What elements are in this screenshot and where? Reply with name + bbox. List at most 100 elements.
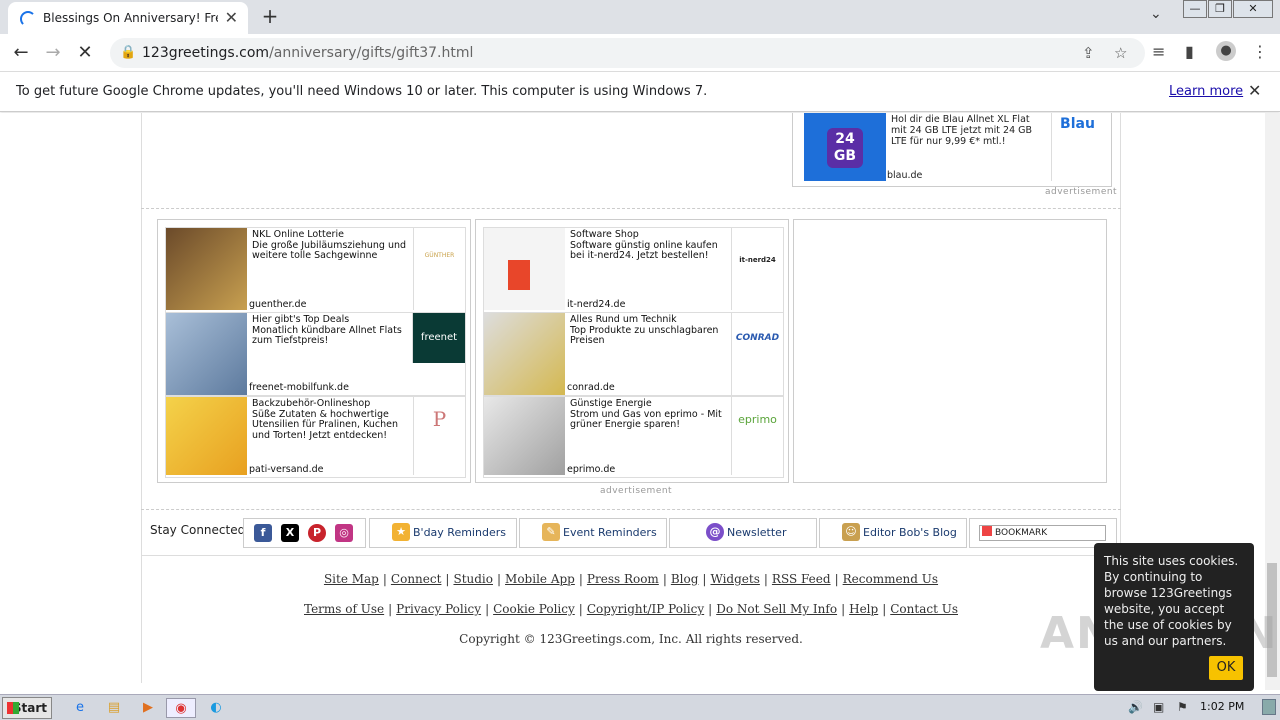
- office-box-icon: [508, 260, 530, 290]
- bday-reminders-label: B'day Reminders: [413, 526, 506, 539]
- ad-title: NKL Online Lotterie: [252, 229, 344, 240]
- link-separator: |: [834, 572, 839, 586]
- gift-icon: ★: [392, 523, 410, 541]
- edge-icon[interactable]: ◐: [204, 698, 228, 718]
- media-player-icon[interactable]: ▶: [136, 698, 160, 718]
- back-button[interactable]: ←: [8, 40, 34, 66]
- footer-link[interactable]: Help: [849, 602, 878, 616]
- top-ad-domain: blau.de: [887, 170, 923, 181]
- ad-item[interactable]: Alles Rund um Technik Top Produkte zu uns…: [483, 312, 784, 396]
- ad-item[interactable]: Hier gibt's Top Deals Monatlich kündbare …: [165, 312, 466, 396]
- update-infobar: To get future Google Chrome updates, you…: [0, 72, 1280, 112]
- cookie-ok-button[interactable]: OK: [1209, 656, 1243, 680]
- facebook-icon[interactable]: f: [254, 524, 272, 542]
- ad-title: Alles Rund um Technik: [570, 314, 677, 325]
- browser-toolbar: ← → ✕ 🔒 123greetings.com/anniversary/gif…: [0, 34, 1280, 72]
- ad-title: Hier gibt's Top Deals: [252, 314, 350, 325]
- menu-icon[interactable]: ⋮: [1252, 42, 1268, 61]
- link-separator: |: [578, 602, 583, 616]
- new-tab-button[interactable]: +: [258, 4, 282, 28]
- footer-link[interactable]: Widgets: [710, 572, 759, 586]
- ad-item[interactable]: Software Shop Software günstig online kau…: [483, 227, 784, 313]
- url-path: /anniversary/gifts/gift37.html: [269, 45, 474, 61]
- footer-link[interactable]: Cookie Policy: [493, 602, 575, 616]
- ad-description: Monatlich kündbare Allnet Flats zum Tief…: [252, 324, 402, 346]
- address-bar[interactable]: 🔒 123greetings.com/anniversary/gifts/gif…: [110, 38, 1145, 68]
- footer-link[interactable]: RSS Feed: [772, 572, 831, 586]
- learn-more-link[interactable]: Learn more: [1169, 84, 1243, 99]
- editor-blog-button[interactable]: ☺ Editor Bob's Blog: [819, 518, 967, 548]
- top-ad[interactable]: 24 GB Hol dir die Blau Allnet XL Flat mi…: [792, 113, 1112, 187]
- footer-link[interactable]: Press Room: [587, 572, 659, 586]
- flag-icon[interactable]: ⚑: [1177, 700, 1188, 714]
- editor-blog-label: Editor Bob's Blog: [863, 526, 957, 539]
- blau-logo: Blau: [1051, 113, 1103, 181]
- footer-link[interactable]: Blog: [671, 572, 699, 586]
- profile-avatar-icon[interactable]: ●: [1216, 41, 1236, 61]
- link-separator: |: [445, 572, 450, 586]
- clock[interactable]: 1:02 PM: [1200, 700, 1244, 713]
- ad-item[interactable]: NKL Online Lotterie Die große Jubiläumszi…: [165, 227, 466, 313]
- chrome-taskbar-icon[interactable]: ◉: [166, 698, 196, 718]
- footer-link[interactable]: Connect: [391, 572, 442, 586]
- side-panel-icon[interactable]: ▮: [1185, 42, 1194, 61]
- instagram-icon[interactable]: ◎: [335, 524, 353, 542]
- footer-link[interactable]: Recommend Us: [843, 572, 938, 586]
- footer-link[interactable]: Site Map: [324, 572, 379, 586]
- stop-button[interactable]: ✕: [72, 40, 98, 66]
- footer-link[interactable]: Mobile App: [505, 572, 575, 586]
- loading-spinner-icon: [20, 11, 36, 27]
- minimize-button[interactable]: —: [1183, 0, 1207, 18]
- top-ad-text: Hol dir die Blau Allnet XL Flat mit 24 G…: [891, 114, 1033, 147]
- infobar-message: To get future Google Chrome updates, you…: [16, 84, 708, 99]
- eprimo-logo: eprimo: [731, 397, 783, 475]
- tab-close-icon[interactable]: ✕: [225, 8, 238, 27]
- footer-link[interactable]: Privacy Policy: [396, 602, 481, 616]
- tab-search-chevron-icon[interactable]: ⌄: [1150, 6, 1162, 22]
- ad-domain: eprimo.de: [567, 464, 616, 475]
- event-reminders-button[interactable]: ✎ Event Reminders: [519, 518, 667, 548]
- event-reminders-label: Event Reminders: [563, 526, 657, 539]
- infobar-close-icon[interactable]: ✕: [1248, 81, 1261, 100]
- ad-image: [166, 313, 247, 395]
- forward-button[interactable]: →: [40, 40, 66, 66]
- explorer-icon[interactable]: ▤: [102, 698, 126, 718]
- ie-icon[interactable]: e: [68, 698, 92, 718]
- close-window-button[interactable]: ✕: [1233, 0, 1273, 18]
- show-desktop-button[interactable]: [1262, 699, 1276, 715]
- footer-links-row1: Site Map | Connect | Studio | Mobile App | Press…: [141, 572, 1121, 586]
- browser-tab[interactable]: Blessings On Anniversary! Free Gifts ✕: [8, 2, 248, 34]
- footer-link[interactable]: Copyright/IP Policy: [587, 602, 704, 616]
- ad-domain: guenther.de: [249, 299, 307, 310]
- calendar-icon: ✎: [542, 523, 560, 541]
- footer-link[interactable]: Do Not Sell My Info: [716, 602, 837, 616]
- footer-link[interactable]: Contact Us: [890, 602, 958, 616]
- bookmark-star-icon[interactable]: ☆: [1114, 44, 1127, 62]
- network-icon[interactable]: ▣: [1153, 700, 1164, 714]
- ad-description: Strom und Gas von eprimo - Mit grüner En…: [570, 408, 722, 430]
- tab-strip: Blessings On Anniversary! Free Gifts ✕ +…: [0, 0, 1280, 34]
- ad-domain: it-nerd24.de: [567, 299, 626, 310]
- ad-item[interactable]: Backzubehör-Onlineshop Süße Zutaten & hoc…: [165, 396, 466, 478]
- stay-connected-label: Stay Connected: [150, 523, 246, 537]
- newsletter-button[interactable]: @ Newsletter: [669, 518, 817, 548]
- social-icons: f X P ◎: [243, 518, 366, 548]
- lock-icon[interactable]: 🔒: [120, 45, 136, 60]
- ad-item[interactable]: Günstige Energie Strom und Gas von eprimo…: [483, 396, 784, 478]
- bday-reminders-button[interactable]: ★ B'day Reminders: [369, 518, 517, 548]
- share-icon[interactable]: ⇪: [1082, 44, 1095, 62]
- ad-image: [484, 228, 565, 310]
- footer-link[interactable]: Terms of Use: [304, 602, 384, 616]
- ad-image: [166, 228, 247, 310]
- restore-button[interactable]: ❐: [1208, 0, 1232, 18]
- footer-link[interactable]: Studio: [453, 572, 493, 586]
- ad-title: Günstige Energie: [570, 398, 652, 409]
- link-separator: |: [382, 572, 387, 586]
- link-separator: |: [485, 602, 490, 616]
- pinterest-icon[interactable]: P: [308, 524, 326, 542]
- volume-icon[interactable]: 🔊: [1128, 700, 1143, 714]
- start-button[interactable]: Start: [2, 697, 52, 719]
- media-icon[interactable]: ≡: [1152, 42, 1165, 61]
- x-icon[interactable]: X: [281, 524, 299, 542]
- link-separator: |: [388, 602, 393, 616]
